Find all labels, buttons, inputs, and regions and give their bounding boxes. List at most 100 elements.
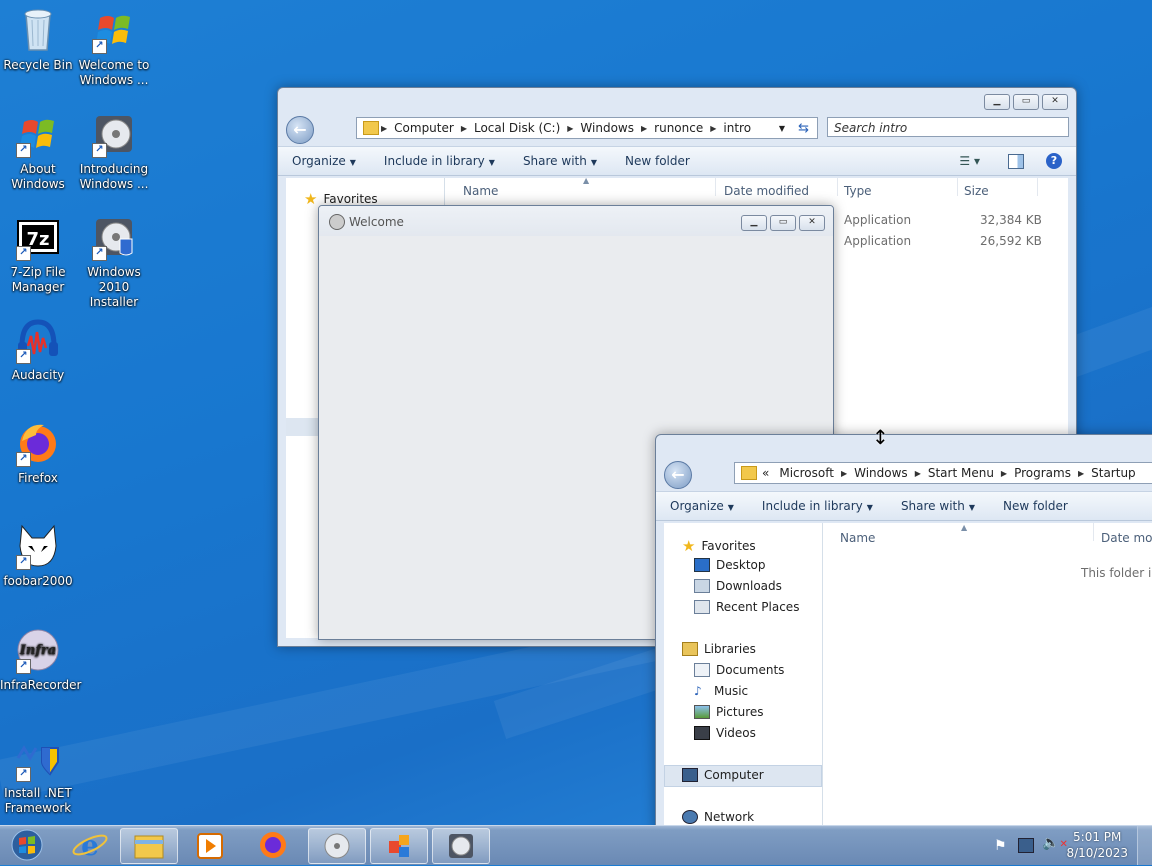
nav-item-documents[interactable]: Documents [694, 663, 784, 677]
desktop-icon-7zip[interactable]: 7z ↗ 7-Zip File Manager [0, 213, 76, 295]
column-header-date[interactable]: Date modif [1101, 531, 1152, 545]
welcome-app-icon [329, 214, 345, 230]
column-header-size[interactable]: Size [964, 184, 989, 198]
desktop-icon-windows-installer[interactable]: ↗ Windows 2010 Installer [76, 213, 152, 310]
back-button[interactable]: ← [664, 461, 692, 489]
nav-item-libraries[interactable]: Libraries [682, 642, 756, 656]
nav-item-network[interactable]: Network [682, 810, 754, 824]
installer-disc-icon: ↗ [90, 110, 138, 158]
clock[interactable]: 5:01 PM 8/10/2023 [1066, 829, 1128, 861]
preview-pane-icon[interactable] [1008, 153, 1024, 169]
svg-text:Infra: Infra [19, 643, 56, 658]
help-icon[interactable]: ? [1046, 153, 1062, 169]
close-button[interactable]: ✕ [1042, 94, 1068, 110]
desktop-icon-about-windows[interactable]: ↗ About Windows [0, 110, 76, 192]
desktop-icon-welcome[interactable]: ↗ Welcome to Windows ... [76, 6, 152, 88]
refresh-icon[interactable]: ⇆ [798, 121, 809, 136]
taskbar-firefox[interactable] [245, 828, 301, 862]
breadcrumb-item[interactable]: intro [718, 121, 756, 135]
breadcrumb-item[interactable]: Computer [389, 121, 459, 135]
desktop-icon-infrarecorder[interactable]: Infra ↗ InfraRecorder [0, 626, 81, 693]
nav-item-videos[interactable]: Videos [694, 726, 756, 740]
address-bar[interactable]: « Microsoft ▶ Windows ▶ Start Menu ▶ Progra… [734, 462, 1152, 484]
breadcrumb-overflow[interactable]: « [757, 466, 774, 480]
nav-item-favorites[interactable]: ★ Favorites [682, 537, 756, 555]
breadcrumb-item[interactable]: Local Disk (C:) [469, 121, 565, 135]
titlebar[interactable]: ▁ ▭ ✕ [278, 88, 1076, 112]
minimize-button[interactable]: ▁ [741, 215, 767, 231]
breadcrumb-item[interactable]: Windows [575, 121, 639, 135]
desktop-icon-recycle-bin[interactable]: Recycle Bin [0, 6, 76, 73]
taskbar-internet-explorer[interactable]: e [62, 828, 118, 862]
breadcrumb-item[interactable]: Start Menu [923, 466, 999, 480]
action-center-flag-icon[interactable]: ⚑ [994, 838, 1007, 854]
nav-item-desktop[interactable]: Desktop [694, 558, 766, 572]
breadcrumb-item[interactable]: runonce [649, 121, 708, 135]
new-folder-button[interactable]: New folder [989, 499, 1082, 513]
recycle-bin-icon [14, 6, 62, 54]
column-header-date[interactable]: Date modified [724, 184, 809, 198]
maximize-button[interactable]: ▭ [1013, 94, 1039, 110]
close-button[interactable]: ✕ [799, 215, 825, 231]
desktop-icon-audacity[interactable]: ↗ Audacity [0, 316, 76, 383]
desktop-icon [694, 558, 710, 572]
column-header-type[interactable]: Type [844, 184, 872, 198]
explorer-window-startup[interactable]: ← « Microsoft ▶ Windows ▶ Start Menu ▶ Prog… [655, 434, 1152, 831]
search-input[interactable]: Search intro [827, 117, 1069, 137]
share-with-button[interactable]: Share with ▼ [887, 499, 989, 513]
file-type: Application [844, 234, 912, 248]
videos-icon [694, 726, 710, 740]
taskbar-office[interactable] [370, 828, 428, 864]
include-in-library-button[interactable]: Include in library ▼ [748, 499, 887, 513]
back-button[interactable]: ← [286, 116, 314, 144]
breadcrumb-item[interactable]: Programs [1009, 466, 1076, 480]
organize-button[interactable]: Organize ▼ [656, 499, 748, 513]
desktop-icon-label: Firefox [18, 471, 58, 485]
include-in-library-button[interactable]: Include in library ▼ [370, 154, 509, 168]
desktop-icon-label: Audacity [11, 368, 65, 382]
breadcrumb-item[interactable]: Microsoft [774, 466, 839, 480]
clock-date: 8/10/2023 [1066, 846, 1128, 860]
nav-item-downloads[interactable]: Downloads [694, 579, 782, 593]
taskbar-installer[interactable] [308, 828, 366, 864]
desktop-icon-label: 7-Zip File Manager [10, 265, 66, 294]
new-folder-button[interactable]: New folder [611, 154, 704, 168]
organize-button[interactable]: Organize ▼ [278, 154, 370, 168]
desktop-icon-label: foobar2000 [3, 574, 73, 588]
file-type: Application [844, 213, 912, 227]
network-status-icon[interactable] [1018, 838, 1034, 853]
taskbar-windows-explorer[interactable] [120, 828, 178, 864]
nav-item-computer[interactable]: Computer [682, 768, 764, 782]
volume-muted-icon[interactable]: 🔈✕ [1042, 835, 1068, 851]
taskbar-welcome[interactable] [432, 828, 490, 864]
address-bar[interactable]: ▶ Computer ▶ Local Disk (C:) ▶ Windows ▶ run… [356, 117, 818, 139]
view-options-icon[interactable]: ☰ ▾ [959, 154, 980, 168]
desktop-icon-introducing-windows[interactable]: ↗ Introducing Windows ... [76, 110, 152, 192]
show-desktop-button[interactable] [1137, 826, 1152, 865]
nav-item-music[interactable]: ♪ Music [694, 684, 748, 698]
desktop-icon-label: Install .NET Framework [4, 786, 72, 815]
share-with-button[interactable]: Share with ▼ [509, 154, 611, 168]
desktop-icon-firefox[interactable]: ↗ Firefox [0, 419, 76, 486]
column-header-name[interactable]: Name [840, 531, 875, 545]
desktop-icon-label: Windows 2010 Installer [87, 265, 141, 309]
titlebar[interactable] [656, 435, 1152, 457]
windows-flag-icon: ↗ [14, 110, 62, 158]
welcome-titlebar[interactable]: Welcome ▁ ▭ ✕ [319, 206, 833, 236]
pictures-icon [694, 705, 710, 719]
svg-text:e: e [81, 829, 99, 862]
breadcrumb-item[interactable]: Windows [849, 466, 913, 480]
desktop-icon-dotnet[interactable]: ↗ Install .NET Framework [0, 744, 76, 816]
nav-item-recent-places[interactable]: Recent Places [694, 600, 799, 614]
star-icon: ★ [304, 190, 318, 208]
start-button[interactable] [2, 828, 52, 862]
minimize-button[interactable]: ▁ [984, 94, 1010, 110]
address-dropdown-icon[interactable]: ▼ [779, 124, 785, 133]
nav-item-pictures[interactable]: Pictures [694, 705, 764, 719]
sort-arrow-icon: ▲ [961, 523, 968, 532]
taskbar-media-player[interactable] [182, 828, 238, 862]
maximize-button[interactable]: ▭ [770, 215, 796, 231]
desktop-icon-foobar2000[interactable]: ↗ foobar2000 [0, 522, 76, 589]
breadcrumb-item[interactable]: Startup [1086, 466, 1141, 480]
column-header-name[interactable]: Name [463, 184, 498, 198]
